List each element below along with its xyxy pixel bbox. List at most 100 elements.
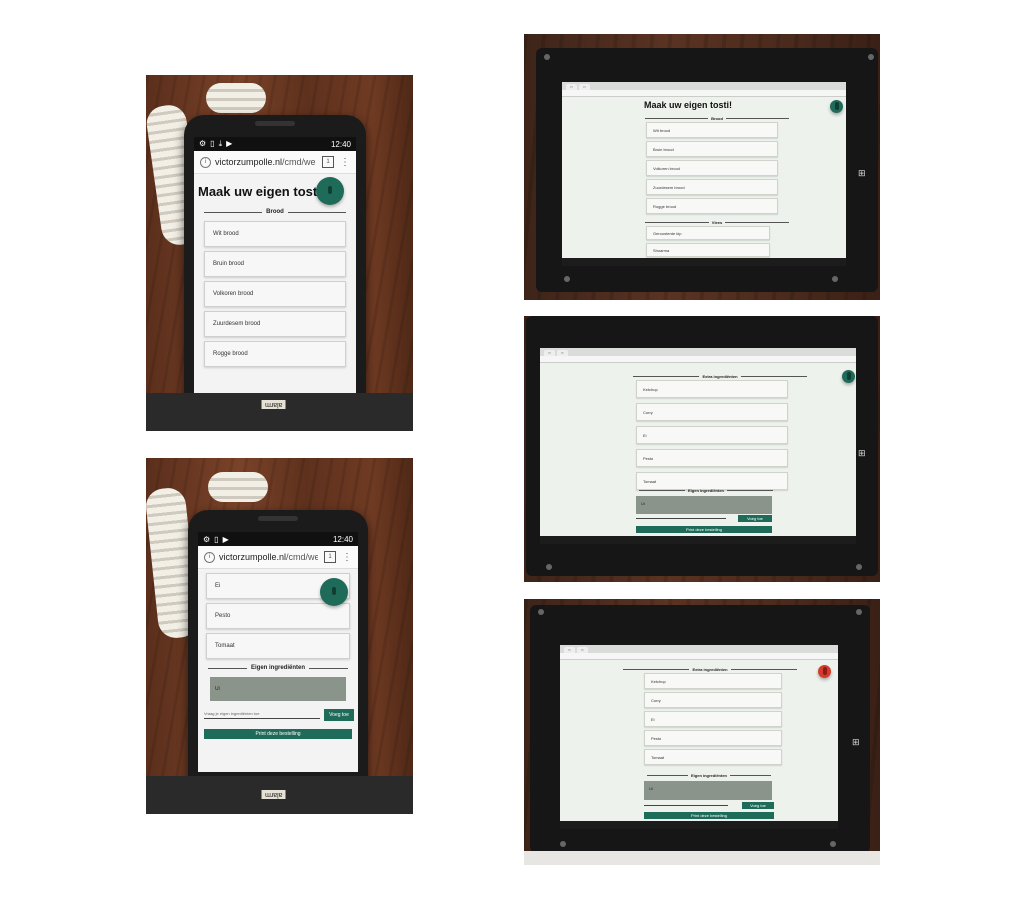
alarm-tag: alarm (262, 400, 286, 409)
option-item[interactable]: Rogge brood (646, 198, 778, 214)
print-order-button[interactable]: Print deze bestelling (644, 812, 774, 819)
browser-tabs: ▭ ▭ (540, 348, 856, 356)
option-item[interactable]: Zuurdesem brood (204, 311, 346, 337)
own-ingredient-input[interactable] (644, 803, 728, 806)
option-item[interactable]: Ketchup (636, 380, 788, 398)
own-ingredient-item: Ui (649, 786, 653, 791)
tablet-kiosk: ⊞ ▭ ▭ Extra ingrediënten Ketchup Curry Ei P… (526, 316, 878, 576)
screw (546, 564, 552, 570)
microphone-icon[interactable] (842, 370, 855, 383)
address-bar[interactable] (560, 653, 838, 660)
tab-count-icon[interactable]: 1 (322, 156, 334, 168)
section-heading: Extra ingrediënten (630, 374, 810, 379)
microphone-icon[interactable] (316, 177, 344, 205)
browser-tab[interactable]: ▭ (576, 647, 588, 653)
tablet-screen: ▭ ▭ Maak uw eigen tosti! Brood Wit brood… (562, 82, 846, 266)
page-title: Maak uw eigen tosti! (644, 100, 733, 110)
tablet-kiosk: ⊞ ▭ ▭ Extra ingrediënten Ketchup Curry Ei P… (530, 605, 870, 853)
windows-logo-icon: ⊞ (858, 448, 866, 458)
add-ingredient-button[interactable]: Voeg toe (324, 709, 354, 721)
option-item[interactable]: Tomaat (644, 749, 782, 765)
section-heading: Brood (642, 116, 792, 121)
shelf (524, 851, 880, 865)
tab-count-icon[interactable]: 1 (324, 551, 336, 563)
own-ingredient-item: Ui (215, 686, 220, 692)
own-ingredient-row: Vraag je eigen ingrediënten toe Voeg toe (204, 709, 354, 721)
microphone-active-icon[interactable] (818, 665, 831, 678)
browser-tab[interactable]: ▭ (544, 350, 555, 356)
option-item[interactable]: Pesto (644, 730, 782, 746)
browser-tab[interactable]: ▭ (564, 647, 575, 653)
more-menu-icon[interactable]: ⋮ (342, 552, 352, 563)
screw (856, 564, 862, 570)
option-list: Wit brood Bruin brood Volkoren brood Zuurde… (194, 221, 356, 367)
option-item[interactable]: Bruin brood (646, 141, 778, 157)
option-item[interactable]: Bruin brood (204, 251, 346, 277)
phone: ⚙▯⤓▶ 12:40 i victorzumpolle.nl/cmd/webde… (184, 115, 366, 427)
section-heading: Eigen ingrediënten (644, 773, 774, 778)
status-time: 12:40 (332, 534, 353, 544)
url-bar[interactable]: i victorzumpolle.nl/cmd/webde 1 ⋮ (194, 151, 356, 174)
url-text[interactable]: victorzumpolle.nl/cmd/webde (215, 157, 316, 167)
screw (544, 54, 550, 60)
own-ingredient-input[interactable] (636, 516, 726, 519)
own-ingredient-item: Ui (641, 501, 645, 506)
address-bar[interactable] (562, 90, 846, 97)
option-item[interactable]: Shoarma (646, 243, 770, 257)
option-item[interactable]: Rogge brood (204, 341, 346, 367)
windows-logo-icon: ⊞ (858, 168, 866, 178)
option-item[interactable]: Volkoren brood (204, 281, 346, 307)
phone-screen: ⚙▯⤓▶ 12:40 i victorzumpolle.nl/cmd/webde… (194, 137, 356, 397)
screw (868, 54, 874, 60)
screw (832, 276, 838, 282)
microphone-icon[interactable] (320, 578, 348, 606)
own-ingredient-input[interactable]: Vraag je eigen ingrediënten toe (204, 711, 320, 719)
browser-tab[interactable]: ▭ (556, 350, 568, 356)
windows-taskbar (562, 258, 846, 266)
section-heading: Eigen ingrediënten (204, 665, 352, 671)
option-item[interactable]: Wit brood (204, 221, 346, 247)
option-item[interactable]: Geroosterde kip (646, 226, 770, 240)
own-ingredient-box: Ui (636, 496, 772, 514)
option-item[interactable]: Wit brood (646, 122, 778, 138)
status-bar: ⚙ ▯ ⤓ ▶ 12:40 (194, 137, 356, 151)
phone-cable-coil (208, 472, 268, 502)
status-icons: ⚙ ▯ ▶ (203, 534, 229, 544)
windows-taskbar (560, 821, 838, 829)
option-item[interactable]: Pesto (206, 603, 350, 629)
photo-tablet-bottom: ⊞ ▭ ▭ Extra ingrediënten Ketchup Curry Ei P… (524, 599, 880, 865)
browser-tabs: ▭ ▭ (562, 82, 846, 90)
tablet-screen: ▭ ▭ Extra ingrediënten Ketchup Curry Ei Pes… (540, 348, 856, 544)
option-item[interactable]: Ketchup (644, 673, 782, 689)
url-text[interactable]: victorzumpolle.nl/cmd/webde (219, 552, 318, 562)
own-ingredient-box: Ui (210, 677, 346, 701)
option-item[interactable]: Tomaat (206, 633, 350, 659)
option-item[interactable]: Pesto (636, 449, 788, 467)
section-heading: Vlees (642, 220, 792, 225)
status-icons: ⚙ ▯ ⤓ ▶ (199, 139, 233, 148)
option-item[interactable]: Curry (636, 403, 788, 421)
option-item[interactable]: Curry (644, 692, 782, 708)
address-bar[interactable] (540, 356, 856, 363)
info-icon[interactable]: i (204, 551, 215, 563)
browser-tab[interactable]: ▭ (578, 84, 590, 90)
option-item[interactable]: Ei (644, 711, 782, 727)
print-order-button[interactable]: Print deze bestelling (204, 729, 352, 739)
info-icon[interactable]: i (200, 156, 211, 168)
print-order-button[interactable]: Print deze bestelling (636, 526, 772, 533)
more-menu-icon[interactable]: ⋮ (340, 157, 350, 168)
add-ingredient-button[interactable]: Voeg toe (738, 515, 772, 522)
browser-tab[interactable]: ▭ (566, 84, 577, 90)
windows-logo-icon: ⊞ (852, 737, 860, 747)
section-heading: Eigen ingrediënten (636, 488, 776, 493)
option-item[interactable]: Volkoren brood (646, 160, 778, 176)
tablet-screen: ▭ ▭ Extra ingrediënten Ketchup Curry Ei Pes… (560, 645, 838, 829)
browser-tabs: ▭ ▭ (560, 645, 838, 653)
add-ingredient-button[interactable]: Voeg toe (742, 802, 774, 809)
screw (538, 609, 544, 615)
url-bar[interactable]: i victorzumpolle.nl/cmd/webde 1 ⋮ (198, 546, 358, 569)
option-item[interactable]: Ei (636, 426, 788, 444)
option-item[interactable]: Zuurdesem brood (646, 179, 778, 195)
own-ingredient-box: Ui (644, 781, 772, 800)
microphone-icon[interactable] (830, 100, 843, 113)
